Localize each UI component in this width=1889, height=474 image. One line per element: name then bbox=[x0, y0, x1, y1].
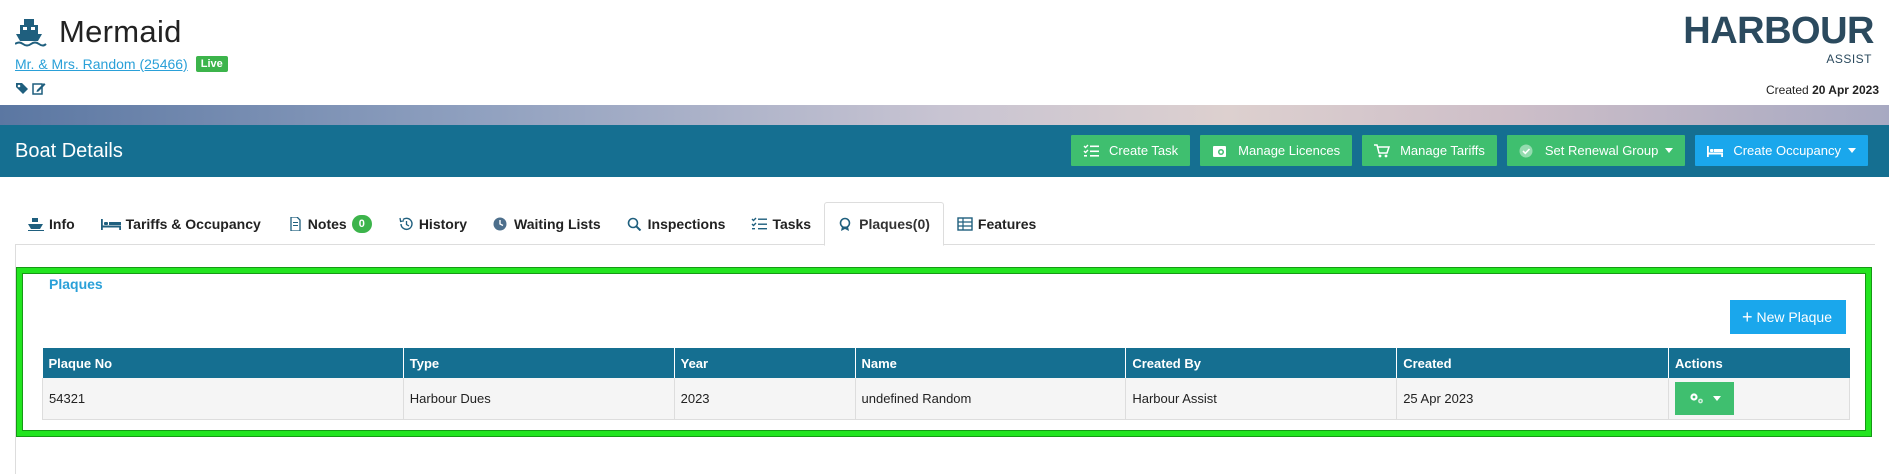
column-header[interactable]: Created bbox=[1396, 348, 1670, 378]
tab-notes-label: Notes bbox=[307, 215, 347, 232]
boat-name: Mermaid bbox=[59, 14, 182, 49]
cell-actions bbox=[1668, 378, 1850, 420]
page-header: Mermaid Mr. & Mrs. Random (25466) Live H… bbox=[0, 0, 1889, 104]
set-renewal-group-label: Set Renewal Group bbox=[1544, 143, 1659, 158]
title-bar: Boat Details Create Task Manage Licences… bbox=[0, 125, 1889, 177]
table-row[interactable]: 54321 Harbour Dues 2023 undefined Random… bbox=[42, 378, 1850, 420]
table-header-row: Plaque No Type Year Name Created By Crea… bbox=[42, 348, 1850, 378]
column-header[interactable]: Type bbox=[403, 348, 675, 378]
licence-icon bbox=[1213, 145, 1227, 157]
cart-icon bbox=[1374, 143, 1391, 157]
owner-link[interactable]: Mr. & Mrs. Random (25466) bbox=[15, 56, 188, 72]
tab-plaques-label: Plaques(0) bbox=[859, 216, 930, 232]
logo-main-text: HARBOUR bbox=[1683, 10, 1874, 52]
document-icon bbox=[290, 216, 301, 231]
bed-icon bbox=[100, 218, 121, 230]
bed-icon bbox=[1707, 145, 1724, 157]
column-header: Actions bbox=[1668, 348, 1850, 378]
edit-icon[interactable] bbox=[32, 82, 46, 95]
tab-inspections[interactable]: Inspections bbox=[614, 202, 739, 245]
cell-created: 25 Apr 2023 bbox=[1396, 378, 1670, 420]
tag-icon[interactable] bbox=[15, 82, 29, 95]
history-icon bbox=[399, 217, 413, 230]
row-actions-button[interactable] bbox=[1675, 381, 1735, 415]
status-badge: Live bbox=[195, 56, 228, 72]
boat-icon bbox=[15, 19, 47, 47]
manage-licences-button[interactable]: Manage Licences bbox=[1200, 135, 1353, 166]
new-plaque-label: New Plaque bbox=[1756, 309, 1833, 325]
table-icon bbox=[957, 216, 973, 231]
tab-history-label: History bbox=[418, 215, 468, 232]
notes-count-badge: 0 bbox=[351, 214, 372, 233]
panel-title: Plaques bbox=[49, 276, 103, 292]
chevron-down-icon bbox=[1713, 395, 1722, 401]
column-header[interactable]: Year bbox=[674, 348, 856, 378]
check-circle-icon bbox=[1519, 144, 1533, 157]
created-info: Created 20 Apr 2023 bbox=[1766, 83, 1879, 97]
boat-icon bbox=[28, 217, 44, 231]
tag-actions bbox=[15, 82, 46, 95]
content-left-border bbox=[15, 245, 16, 474]
toolbar-actions: Create Task Manage Licences Manage Tarif… bbox=[1071, 135, 1868, 166]
set-renewal-group-button[interactable]: Set Renewal Group bbox=[1506, 135, 1686, 166]
checklist-icon bbox=[1083, 144, 1100, 157]
plaque-icon bbox=[839, 217, 851, 231]
manage-tariffs-label: Manage Tariffs bbox=[1400, 143, 1485, 158]
search-icon bbox=[627, 217, 641, 231]
chevron-down-icon bbox=[1848, 148, 1856, 153]
tab-features-label: Features bbox=[977, 215, 1037, 232]
new-plaque-button[interactable]: + New Plaque bbox=[1729, 300, 1846, 334]
logo-sub-text: ASSIST bbox=[1826, 52, 1872, 66]
column-header[interactable]: Plaque No bbox=[42, 348, 404, 378]
tab-tariffs-label: Tariffs & Occupancy bbox=[125, 215, 261, 232]
cell-name: undefined Random bbox=[855, 378, 1127, 420]
cell-year: 2023 bbox=[674, 378, 856, 420]
boat-title: Mermaid bbox=[15, 14, 182, 50]
header-gradient-band bbox=[0, 105, 1889, 125]
harbour-assist-logo: HARBOUR ASSIST bbox=[1683, 10, 1874, 66]
create-task-button[interactable]: Create Task bbox=[1071, 135, 1191, 166]
clock-icon bbox=[493, 217, 507, 230]
column-header[interactable]: Name bbox=[855, 348, 1127, 378]
cell-plaque-no: 54321 bbox=[42, 378, 404, 420]
cell-created-by: Harbour Assist bbox=[1125, 378, 1398, 420]
tab-notes[interactable]: Notes 0 bbox=[274, 202, 385, 245]
created-date: 20 Apr 2023 bbox=[1812, 83, 1879, 97]
cogs-icon bbox=[1690, 393, 1703, 404]
tab-plaques[interactable]: Plaques(0) bbox=[824, 202, 944, 246]
cell-type: Harbour Dues bbox=[403, 378, 675, 420]
tab-info[interactable]: Info bbox=[15, 202, 88, 245]
boat-tabs: Info Tariffs & Occupancy Notes 0 History… bbox=[15, 202, 1875, 246]
plaques-panel: Plaques + New Plaque Plaque No Type Year… bbox=[17, 268, 1871, 436]
manage-licences-label: Manage Licences bbox=[1238, 143, 1341, 158]
manage-tariffs-button[interactable]: Manage Tariffs bbox=[1362, 135, 1497, 166]
created-label: Created bbox=[1766, 83, 1809, 97]
chevron-down-icon bbox=[1665, 148, 1674, 153]
tab-tariffs-occupancy[interactable]: Tariffs & Occupancy bbox=[88, 202, 274, 245]
tab-waiting-lists-label: Waiting Lists bbox=[514, 215, 601, 232]
owner-row: Mr. & Mrs. Random (25466) Live bbox=[15, 56, 228, 72]
tab-inspections-label: Inspections bbox=[647, 215, 726, 232]
create-occupancy-label: Create Occupancy bbox=[1733, 143, 1841, 158]
page-title: Boat Details bbox=[15, 140, 123, 162]
create-occupancy-button[interactable]: Create Occupancy bbox=[1695, 135, 1868, 166]
tab-features[interactable]: Features bbox=[944, 202, 1049, 245]
checklist-icon bbox=[751, 217, 768, 229]
column-header[interactable]: Created By bbox=[1125, 348, 1398, 378]
tab-tasks-label: Tasks bbox=[772, 215, 812, 232]
tab-info-label: Info bbox=[49, 215, 75, 232]
plus-icon: + bbox=[1741, 307, 1753, 327]
tab-history[interactable]: History bbox=[385, 202, 480, 245]
tab-tasks[interactable]: Tasks bbox=[738, 202, 824, 245]
plaques-table: Plaque No Type Year Name Created By Crea… bbox=[42, 348, 1850, 420]
tab-waiting-lists[interactable]: Waiting Lists bbox=[480, 202, 614, 245]
create-task-label: Create Task bbox=[1109, 143, 1179, 158]
